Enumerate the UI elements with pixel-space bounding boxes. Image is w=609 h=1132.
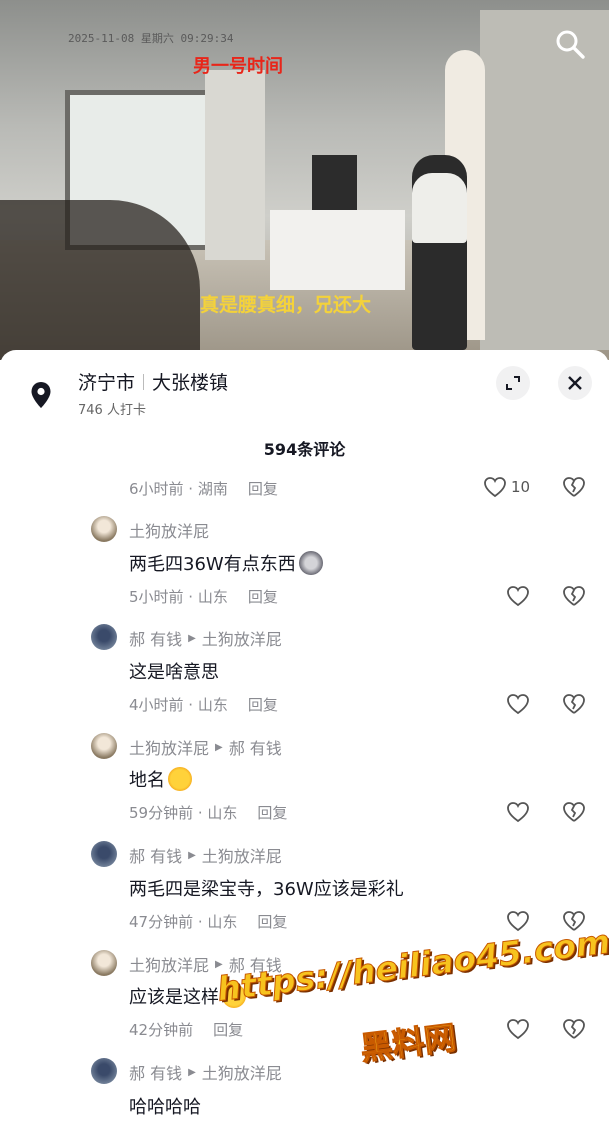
video-player[interactable]: 2025-11-08 星期六 09:29:34 男一号时间 真是腰真细，兄还大: [0, 0, 609, 360]
reply-button[interactable]: 回复: [248, 588, 278, 606]
comment-author[interactable]: 土狗放洋屁 ▶ 郝 有钱: [129, 735, 282, 759]
reply-button[interactable]: 回复: [213, 1021, 243, 1039]
close-icon: [568, 376, 582, 390]
reply-button[interactable]: 回复: [257, 913, 287, 931]
foreground-person: [0, 200, 200, 360]
raccoon-emoji-icon: [298, 551, 323, 575]
location-title[interactable]: 济宁市 大张楼镇: [78, 368, 228, 395]
caption-top: 男一号时间: [193, 56, 283, 77]
comment-time: 6小时前 · 湖南: [129, 480, 228, 498]
comment-meta: 59分钟前 · 山东 回复: [129, 804, 288, 822]
expand-icon: [506, 376, 520, 390]
location-pin-icon: [31, 382, 51, 408]
like-count: 10: [511, 478, 531, 496]
heart-icon[interactable]: [506, 801, 530, 823]
laughing-crying-emoji-icon: [168, 767, 192, 791]
heart-icon[interactable]: [506, 1018, 530, 1040]
dislike-icon[interactable]: [562, 585, 586, 607]
dislike-icon[interactable]: [562, 693, 586, 715]
comment-author[interactable]: 郝 有钱 ▶ 土狗放洋屁: [129, 1060, 282, 1084]
location-city: 济宁市: [78, 372, 136, 394]
dislike-icon[interactable]: [562, 476, 586, 498]
curtain: [205, 70, 265, 260]
avatar[interactable]: [91, 1058, 117, 1084]
right-wall: [480, 10, 609, 350]
avatar[interactable]: [91, 841, 117, 867]
standing-person: [412, 155, 467, 350]
avatar[interactable]: [91, 733, 117, 759]
avatar[interactable]: [91, 624, 117, 650]
expand-button[interactable]: [496, 366, 530, 400]
like-button[interactable]: 10: [483, 476, 530, 498]
location-town: 大张楼镇: [152, 372, 229, 394]
heart-icon[interactable]: [506, 585, 530, 607]
reply-button[interactable]: 回复: [248, 696, 278, 714]
close-button[interactable]: [558, 366, 592, 400]
tv-cabinet: [270, 210, 405, 290]
camera-timestamp: 2025-11-08 星期六 09:29:34: [68, 32, 234, 45]
checkin-count: 746 人打卡: [78, 403, 146, 418]
comment-text: 两毛四36W有点东西: [129, 550, 323, 576]
comment-text: 这是啥意思: [129, 662, 219, 683]
comment-text: 地名: [129, 766, 192, 792]
search-icon[interactable]: [554, 28, 586, 60]
heart-icon[interactable]: [506, 693, 530, 715]
reply-button[interactable]: 回复: [248, 480, 278, 498]
avatar[interactable]: [91, 516, 117, 542]
dislike-icon[interactable]: [562, 801, 586, 823]
comment-meta: 6小时前 · 湖南 回复: [129, 478, 278, 499]
avatar[interactable]: [91, 950, 117, 976]
comment-meta: 47分钟前 · 山东 回复: [129, 913, 288, 931]
reply-button[interactable]: 回复: [257, 804, 287, 822]
comment-text: 哈哈哈哈: [129, 1097, 201, 1118]
comment-author[interactable]: 郝 有钱 ▶ 土狗放洋屁: [129, 843, 282, 867]
comment-author[interactable]: 土狗放洋屁: [129, 518, 209, 542]
dislike-icon[interactable]: [562, 1018, 586, 1040]
comment-author[interactable]: 郝 有钱 ▶ 土狗放洋屁: [129, 626, 282, 650]
separator: [143, 373, 145, 390]
tv: [312, 155, 357, 210]
comments-count: 594条评论: [263, 440, 346, 459]
comment-meta: 5小时前 · 山东 回复: [129, 588, 278, 606]
heart-icon: [484, 477, 506, 498]
heart-icon[interactable]: [506, 910, 530, 932]
comment-text: 两毛四是梁宝寺，36W应该是彩礼: [129, 879, 404, 900]
caption-bottom: 真是腰真细，兄还大: [200, 294, 372, 316]
comment-meta: 42分钟前 回复: [129, 1021, 244, 1039]
comment-meta: 4小时前 · 山东 回复: [129, 696, 278, 714]
